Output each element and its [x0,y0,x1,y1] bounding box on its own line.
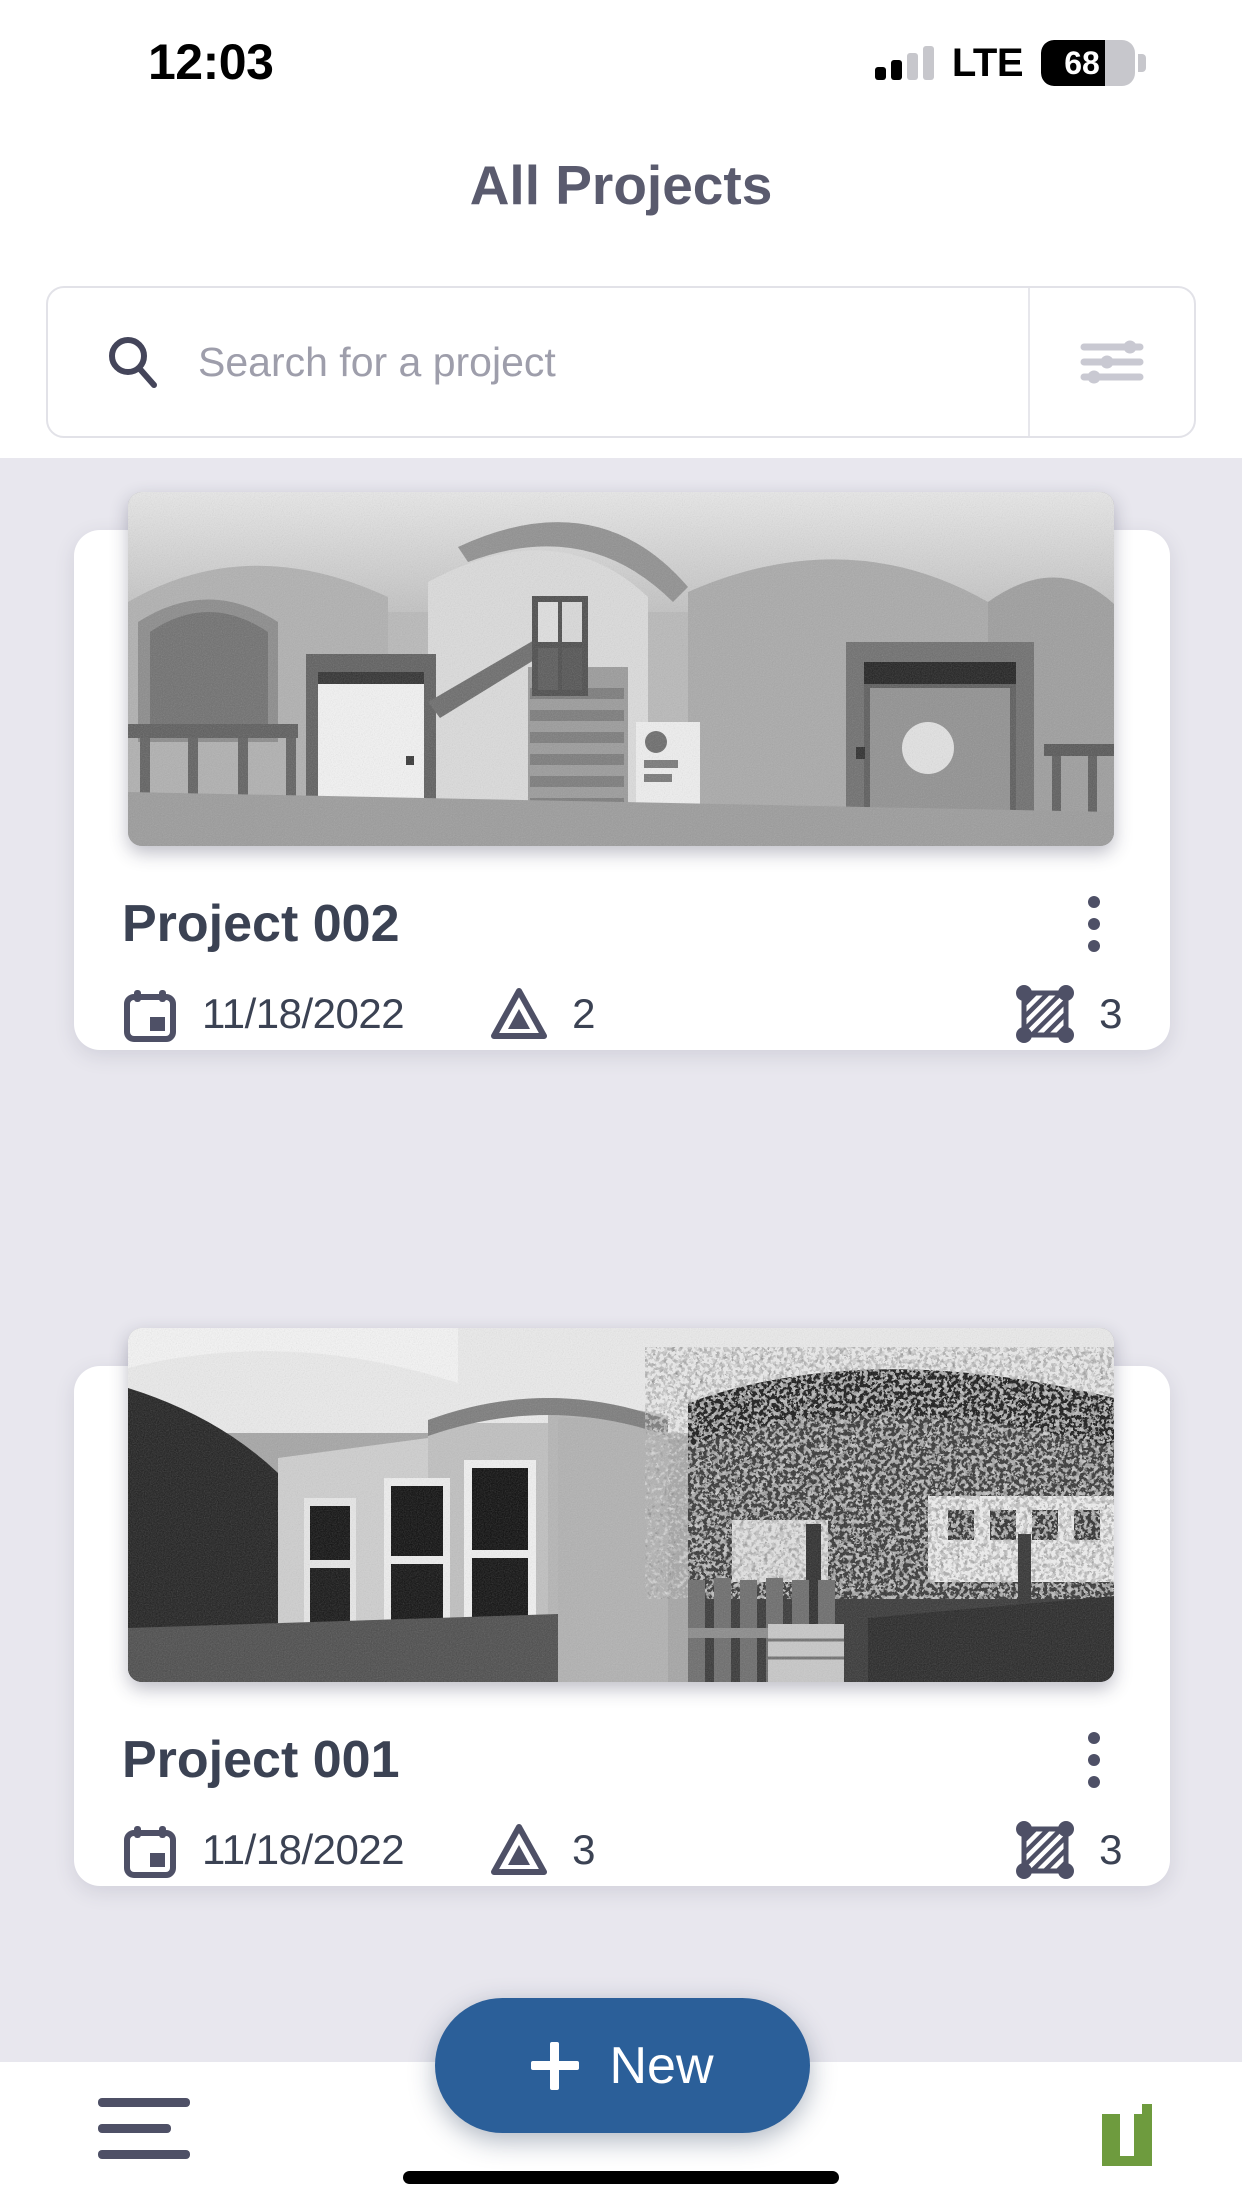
page-title: All Projects [469,154,773,216]
project-thumbnail[interactable] [128,492,1114,846]
search-field[interactable] [48,288,1028,436]
search-input[interactable] [198,338,1028,386]
search-bar[interactable] [46,286,1196,438]
project-date-text: 11/18/2022 [202,990,405,1037]
battery-icon: 68 [1041,40,1135,86]
status-bar-indicators: LTE 68 [874,40,1146,86]
new-project-label: New [609,2036,714,2095]
interior-pointcloud-panorama [128,492,1114,846]
project-warnings: 3 [490,1822,595,1878]
battery-percent-label: 68 [1064,45,1100,81]
search-icon [109,337,157,388]
kebab-menu-icon[interactable] [1066,889,1122,959]
filter-button[interactable] [1028,288,1194,436]
project-meta-row: 11/18/2022 3 3 [122,1814,1122,1886]
project-date: 11/18/2022 [122,1822,405,1878]
battery-cap [1138,54,1146,72]
hamburger-menu-icon[interactable] [98,2098,190,2159]
project-areas: 3 [1015,1821,1122,1879]
project-meta-row: 11/18/2022 2 3 [122,978,1122,1050]
project-thumbnail[interactable] [128,1328,1114,1682]
project-title: Project 001 [122,1731,400,1789]
exterior-pointcloud-panorama [128,1328,1114,1682]
project-areas: 3 [1015,985,1122,1043]
project-areas-count: 3 [1099,1826,1122,1873]
project-card[interactable]: Project 001 11/18/2022 3 3 [74,1328,1170,1886]
project-list[interactable]: Project 002 11/18/2022 2 3 Project 001 1… [0,458,1242,2062]
kebab-menu-icon[interactable] [1066,1725,1122,1795]
network-type-label: LTE [951,41,1024,85]
cellular-signal-icon [874,46,934,80]
calendar-icon [124,990,176,1042]
page-header: All Projects [0,118,1242,458]
brand-logo-icon[interactable] [1096,2098,1158,2172]
project-date: 11/18/2022 [122,986,405,1042]
project-title: Project 002 [122,895,400,953]
status-bar: 12:03 LTE 68 [0,0,1242,118]
new-project-button[interactable]: New [435,1998,810,2133]
calendar-icon [124,1826,176,1878]
project-card-header: Project 001 [74,1712,1170,1808]
app-screen: 12:03 LTE 68 All Projects Search for a p… [0,0,1242,2208]
project-warnings: 2 [490,986,595,1042]
scan-area-icon [1016,1821,1075,1879]
home-indicator [403,2171,839,2184]
warning-triangle-icon [491,988,548,1039]
project-areas-count: 3 [1099,990,1122,1037]
warning-triangle-icon [491,1824,548,1875]
project-warnings-count: 3 [572,1826,595,1873]
status-bar-time: 12:03 [148,34,274,90]
project-card-header: Project 002 [74,876,1170,972]
project-warnings-count: 2 [572,990,595,1037]
project-date-text: 11/18/2022 [202,1826,405,1873]
scan-area-icon [1016,985,1075,1043]
filter-sliders-icon [1080,340,1144,384]
project-card[interactable]: Project 002 11/18/2022 2 3 [74,492,1170,1050]
battery-indicator: 68 [1041,40,1146,86]
plus-icon [531,2041,580,2090]
